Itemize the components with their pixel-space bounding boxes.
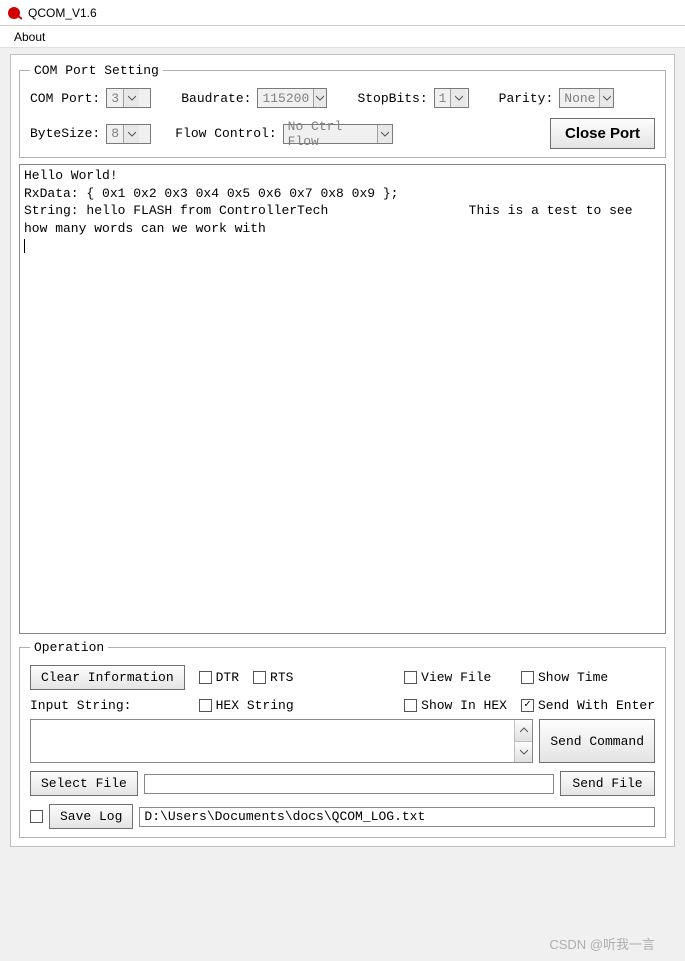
comport-select[interactable]: 3: [106, 88, 151, 108]
text-cursor-icon: [24, 239, 25, 253]
terminal-output[interactable]: Hello World! RxData: { 0x1 0x2 0x3 0x4 0…: [19, 164, 666, 634]
select-file-button[interactable]: Select File: [30, 771, 138, 796]
log-path-field[interactable]: D:\Users\Documents\docs\QCOM_LOG.txt: [139, 807, 655, 827]
menubar: About: [0, 26, 685, 48]
bytesize-label: ByteSize:: [30, 126, 100, 141]
flowcontrol-label: Flow Control:: [175, 126, 276, 141]
watermark: CSDN @听我一言: [549, 934, 655, 953]
chevron-down-icon: [313, 89, 326, 107]
close-port-button[interactable]: Close Port: [550, 118, 655, 149]
baudrate-label: Baudrate:: [181, 91, 251, 106]
send-file-button[interactable]: Send File: [560, 771, 655, 796]
chevron-down-icon: [599, 89, 613, 107]
dtr-checkbox[interactable]: DTR: [199, 670, 239, 685]
chevron-down-icon: [450, 89, 466, 107]
input-string-label: Input String:: [30, 698, 185, 713]
app-icon: [6, 5, 22, 21]
file-path-field[interactable]: [144, 774, 554, 794]
save-log-checkbox[interactable]: [30, 810, 43, 823]
window-title: QCOM_V1.6: [28, 6, 97, 20]
operation-legend: Operation: [30, 640, 108, 655]
send-command-button[interactable]: Send Command: [539, 719, 655, 763]
flowcontrol-select[interactable]: No Ctrl Flow: [283, 124, 393, 144]
menu-about[interactable]: About: [8, 28, 51, 46]
hex-string-checkbox[interactable]: HEX String: [199, 698, 294, 713]
baudrate-select[interactable]: 115200: [257, 88, 327, 108]
rts-checkbox[interactable]: RTS: [253, 670, 293, 685]
chevron-down-icon: [123, 89, 139, 107]
stopbits-select[interactable]: 1: [434, 88, 469, 108]
terminal-text: Hello World! RxData: { 0x1 0x2 0x3 0x4 0…: [24, 168, 640, 236]
chevron-down-icon: [123, 125, 139, 143]
parity-label: Parity:: [499, 91, 554, 106]
spin-down-button[interactable]: [515, 742, 532, 763]
titlebar: QCOM_V1.6: [0, 0, 685, 26]
input-string-textarea[interactable]: [30, 719, 533, 763]
checkmark-icon: ✓: [521, 699, 534, 712]
stopbits-label: StopBits:: [357, 91, 427, 106]
save-log-button[interactable]: Save Log: [49, 804, 133, 829]
main-panel: COM Port Setting COM Port: 3 Baudrate: 1…: [10, 54, 675, 847]
comport-legend: COM Port Setting: [30, 63, 163, 78]
clear-information-button[interactable]: Clear Information: [30, 665, 185, 690]
client-area: COM Port Setting COM Port: 3 Baudrate: 1…: [0, 48, 685, 857]
comport-label: COM Port:: [30, 91, 100, 106]
operation-fieldset: Operation Clear Information DTR RTS View…: [19, 640, 666, 838]
input-spinner: [514, 720, 532, 762]
view-file-checkbox[interactable]: View File: [404, 670, 507, 685]
spin-up-button[interactable]: [515, 720, 532, 742]
show-time-checkbox[interactable]: Show Time: [521, 670, 655, 685]
comport-fieldset: COM Port Setting COM Port: 3 Baudrate: 1…: [19, 63, 666, 158]
bytesize-select[interactable]: 8: [106, 124, 151, 144]
parity-select[interactable]: None: [559, 88, 614, 108]
chevron-down-icon: [377, 125, 392, 143]
send-with-enter-checkbox[interactable]: ✓Send With Enter: [521, 698, 655, 713]
show-in-hex-checkbox[interactable]: Show In HEX: [404, 698, 507, 713]
